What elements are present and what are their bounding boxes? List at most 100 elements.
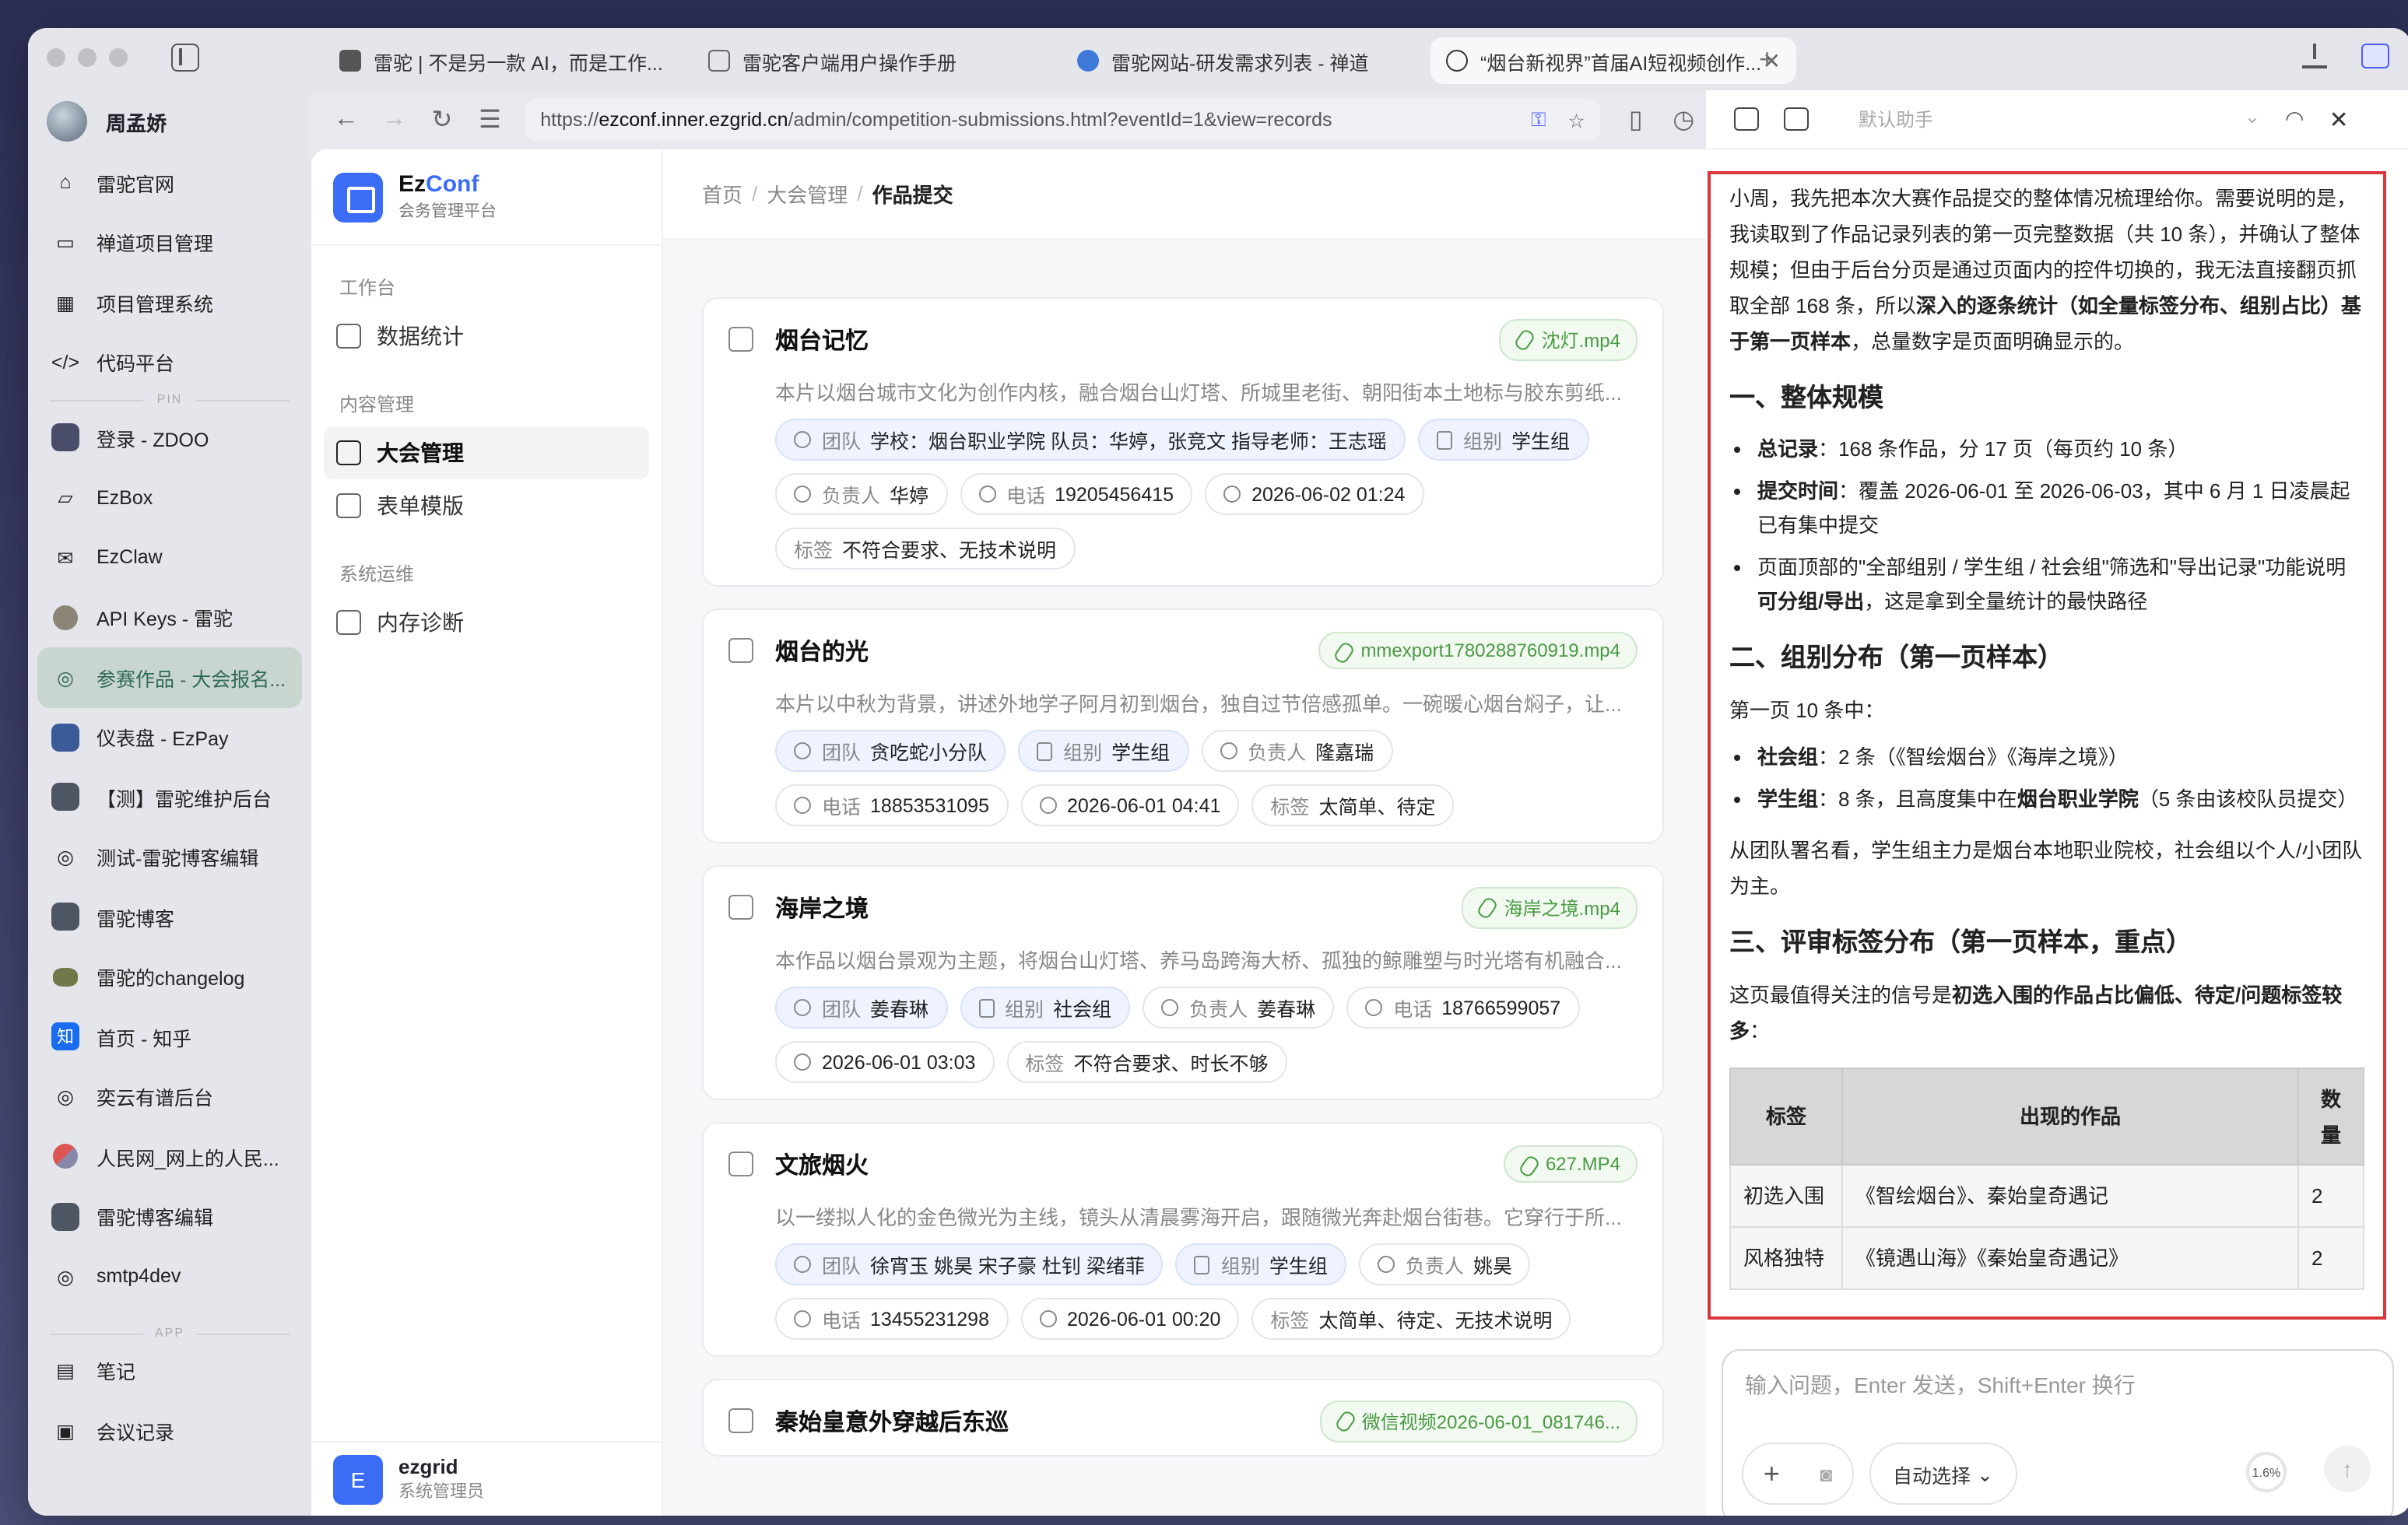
video-file-link[interactable]: 627.MP4 [1503, 1145, 1638, 1183]
sidebar-item-blog-edit-test[interactable]: ◎ 测试-雷驼博客编辑 [28, 827, 311, 887]
chat-history-icon[interactable] [1784, 107, 1809, 131]
sidebar-item-zentao[interactable]: ▭ 禅道项目管理 [28, 212, 311, 272]
back-icon[interactable]: ← [333, 106, 360, 134]
speed-icon[interactable]: ◠ [2285, 106, 2304, 132]
table-row: 风格独特 《镜遇山海》《秦始皇奇遇记》 2 [1729, 1226, 2364, 1290]
send-button[interactable]: ↑ [2324, 1446, 2371, 1492]
reload-icon[interactable]: ↻ [429, 104, 455, 135]
sidebar-item-meetings[interactable]: ▣ 会议记录 [28, 1401, 311, 1460]
select-checkbox[interactable] [728, 327, 753, 352]
select-checkbox[interactable] [728, 1152, 753, 1176]
sidebar-item-changelog[interactable]: 雷驼的changelog [28, 947, 311, 1007]
menu-item-statistics[interactable]: 数据统计 [324, 310, 649, 363]
sidebar-item-zdoo[interactable]: 登录 - ZDOO [28, 408, 311, 468]
sidebar-item-label: API Keys - 雷驼 [97, 608, 233, 631]
sidebar-item-smtp4dev[interactable]: ◎ smtp4dev [28, 1246, 311, 1306]
tag-key: 标签 [1270, 797, 1310, 819]
tag-value: 学生组 [1511, 431, 1570, 453]
submission-description: 以一缕拟人化的金色微光为主线，镜头从清晨雾海开启，跟随微光奔赴烟台街巷。它穿行于… [775, 1206, 1622, 1229]
sidebar-item-leituo-site[interactable]: ⌂ 雷驼官网 [28, 152, 311, 212]
menu-item-form-templates[interactable]: 表单模版 [324, 479, 649, 532]
star-icon[interactable]: ☆ [1567, 108, 1585, 131]
sidebar-item-people[interactable]: 人民网_网上的人民... [28, 1127, 311, 1187]
sidebar-item-competition[interactable]: ◎ 参赛作品 - 大会报名... [37, 647, 302, 707]
clock-icon [1223, 486, 1241, 503]
video-file-link[interactable]: mmexport1780288760919.mp4 [1318, 632, 1638, 669]
close-window-button[interactable] [47, 48, 65, 67]
sidebar-item-code-platform[interactable]: </> 代码平台 [28, 332, 311, 392]
item-bold: 社会组 [1757, 745, 1819, 769]
tag-value: 2026-06-01 00:20 [1067, 1308, 1221, 1330]
time-tag: 2026-06-02 01:24 [1205, 473, 1424, 515]
table-cell: 2 [2297, 1226, 2364, 1290]
tag-key: 组别 [1462, 431, 1502, 453]
bookmark-icon[interactable]: ▯ [1623, 104, 1649, 135]
tag-key: 电话 [1393, 999, 1433, 1021]
select-checkbox[interactable] [728, 638, 753, 663]
phone-icon [794, 1310, 811, 1327]
sidebar-item-zhihu[interactable]: 知首页 - 知乎 [28, 1007, 311, 1067]
video-file-link[interactable]: 沈灯.mp4 [1499, 318, 1638, 360]
assistant-selector[interactable]: 默认助手 ⌄ [1859, 106, 2260, 132]
add-icon[interactable]: + [1764, 1457, 1780, 1490]
sidebar-item-ezpay[interactable]: 仪表盘 - EzPay [28, 707, 311, 767]
tag-value: 贪吃蛇小分队 [870, 742, 988, 764]
toolbar-right [2302, 44, 2389, 68]
history-icon[interactable]: ◷ [1670, 104, 1697, 135]
forward-icon[interactable]: → [381, 106, 408, 134]
key-icon[interactable]: ⚿ [1531, 108, 1546, 131]
sidebar-item-blog[interactable]: 雷驼博客 [28, 887, 311, 947]
pinned-list: 登录 - ZDOO ▱ EzBox ✉ EzClaw API Keys - 雷驼 ◎… [28, 408, 311, 1306]
profile[interactable]: 周孟娇 [28, 90, 311, 152]
video-file-link[interactable]: 海岸之境.mp4 [1462, 886, 1638, 928]
table-cell: 《镜遇山海》《秦始皇奇遇记》 [1841, 1226, 2299, 1290]
video-file-link[interactable]: 微信视频2026-06-01_081746... [1319, 1400, 1638, 1442]
select-checkbox[interactable] [728, 1408, 753, 1433]
download-icon[interactable] [2302, 44, 2327, 68]
review-tags: 标签 太简单、待定、无技术说明 [1251, 1298, 1571, 1340]
menu-item-conference[interactable]: 大会管理 [324, 426, 649, 479]
item-text: 页面顶部的"全部组别 / 学生组 / 社会组"筛选和"导出记录"功能说明 [1757, 556, 2347, 579]
sidebar-item-notes[interactable]: ▤ 笔记 [28, 1341, 311, 1401]
current-user[interactable]: E ezgrid 系统管理员 [311, 1441, 663, 1516]
document-icon [708, 50, 730, 72]
minimize-window-button[interactable] [78, 48, 97, 67]
camera-icon[interactable]: ◙ [1820, 1462, 1832, 1485]
zoom-window-button[interactable] [109, 48, 128, 67]
paragraph: 第一页 10 条中： [1729, 699, 1885, 722]
sidebar-item-ezbox[interactable]: ▱ EzBox [28, 468, 311, 528]
menu-item-label: 内存诊断 [377, 610, 464, 635]
chat-input[interactable]: 输入问题，Enter 发送，Shift+Enter 换行 + ◙ 自动选择 ⌄ 1.… [1722, 1349, 2394, 1516]
new-tab-button[interactable]: + [1759, 44, 1775, 76]
assistant-panel-icon[interactable] [2361, 44, 2389, 68]
sidebar-item-yiyun[interactable]: ◎ 奕云有谱后台 [28, 1067, 311, 1127]
clock-icon [794, 1053, 811, 1071]
item-text: ：8 条，且高度集中在 [1818, 787, 2017, 811]
sidebar-item-ezclaw[interactable]: ✉ EzClaw [28, 528, 311, 587]
tab-competition[interactable]: “烟台新视界”首届AI短视频创作... ✕ [1430, 37, 1796, 84]
close-icon[interactable]: ✕ [2329, 105, 2348, 133]
breadcrumb-home[interactable]: 首页 [702, 179, 742, 209]
url-field[interactable]: https://ezconf.inner.ezgrid.cn/admin/com… [525, 98, 1601, 142]
sidebar-toggle-icon[interactable] [171, 44, 199, 72]
sidebar-item-label: 项目管理系统 [97, 293, 214, 316]
sidebar-item-maint-admin[interactable]: 【测】雷驼维护后台 [28, 767, 311, 827]
tag-key: 标签 [1025, 1053, 1065, 1075]
menu-item-memory[interactable]: 内存诊断 [324, 596, 649, 649]
sidebar-item-project-system[interactable]: ▦ 项目管理系统 [28, 272, 311, 332]
sidebar-item-blog-edit[interactable]: 雷驼博客编辑 [28, 1187, 311, 1246]
owner-tag: 负责人 姜春琳 [1143, 987, 1335, 1029]
select-checkbox[interactable] [728, 895, 753, 920]
tab-leituo-home[interactable]: 雷驼 | 不是另一款 AI，而是工作... [324, 37, 690, 84]
tab-zentao[interactable]: 雷驼网站-研发需求列表 - 禅道 [1062, 37, 1427, 84]
breadcrumb-conference[interactable]: 大会管理 [767, 179, 848, 209]
tab-user-manual[interactable]: 雷驼客户端用户操作手册 [693, 37, 1058, 84]
tag-value: 姜春琳 [870, 999, 929, 1021]
new-chat-icon[interactable] [1734, 107, 1759, 131]
model-select[interactable]: 自动选择 ⌄ [1869, 1443, 2017, 1505]
calendar-icon: ▣ [56, 1420, 75, 1443]
list-item: 提交时间：覆盖 2026-06-01 至 2026-06-03，其中 6 月 1… [1757, 475, 2364, 543]
site-settings-icon[interactable]: ☰ [477, 104, 504, 135]
tag-key: 组别 [1063, 742, 1103, 764]
sidebar-item-api-keys[interactable]: API Keys - 雷驼 [28, 587, 311, 647]
